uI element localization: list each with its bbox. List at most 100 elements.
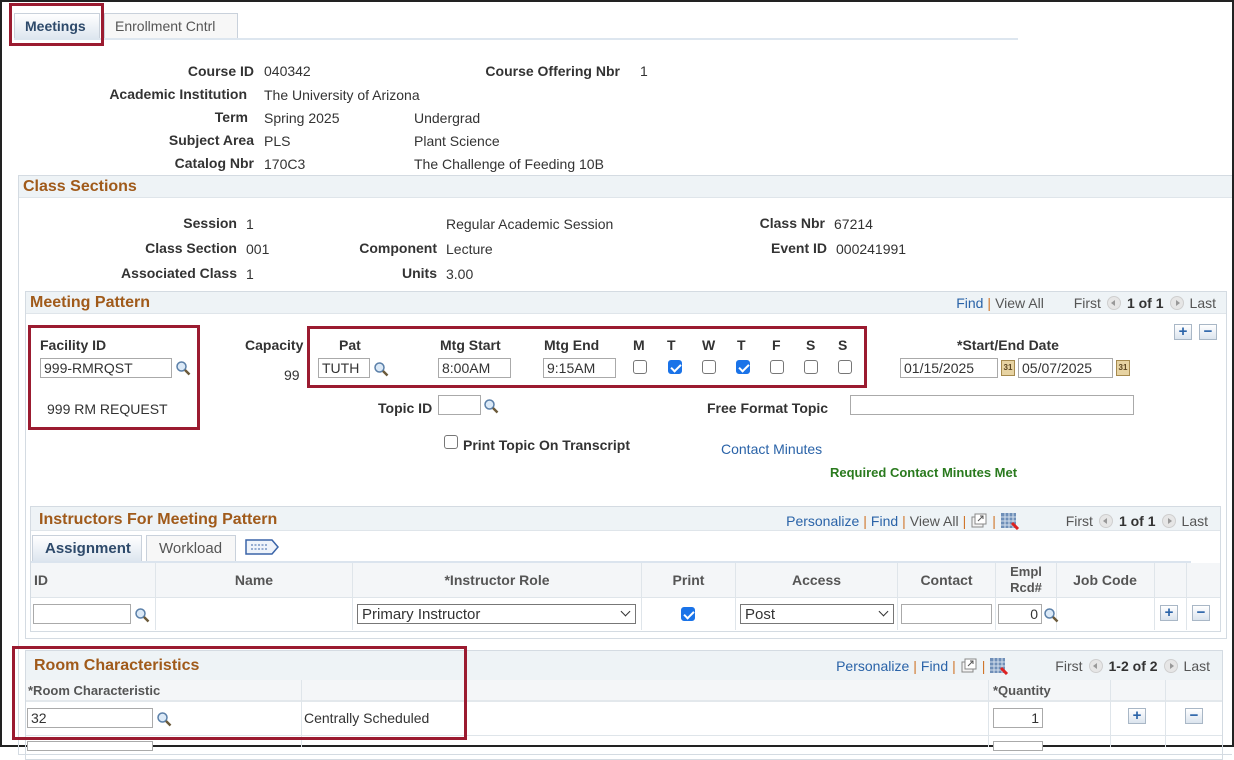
- term-label: Term: [214, 109, 248, 125]
- next-icon[interactable]: [1163, 659, 1178, 673]
- topic-id-label: Topic ID: [378, 400, 433, 416]
- end-date-calendar-icon[interactable]: 31: [1116, 360, 1130, 376]
- column-header-access: Access: [791, 572, 842, 588]
- remove-room-characteristic-button[interactable]: −: [1185, 708, 1203, 724]
- add-instructor-button[interactable]: +: [1160, 605, 1178, 621]
- room-first-label[interactable]: First: [1055, 658, 1082, 674]
- access-value: Post: [745, 606, 776, 623]
- print-checkbox[interactable]: [681, 607, 695, 621]
- room-last-label[interactable]: Last: [1184, 658, 1210, 674]
- instructors-count: 1 of 1: [1118, 513, 1156, 529]
- nav-separator: |: [962, 513, 967, 529]
- column-header-contact: Contact: [920, 572, 973, 588]
- meeting-last-label[interactable]: Last: [1190, 295, 1216, 311]
- column-header-instructor-role: *Instructor Role: [444, 572, 550, 588]
- column-header-quantity: *Quantity: [993, 683, 1051, 698]
- next-icon[interactable]: [1169, 296, 1184, 310]
- instructor-id-lookup-icon[interactable]: [134, 607, 150, 623]
- chevron-down-icon: [620, 606, 631, 617]
- add-room-characteristic-button[interactable]: +: [1128, 708, 1146, 724]
- previous-icon[interactable]: [1098, 514, 1113, 528]
- course-offering-value: 1: [640, 63, 648, 79]
- class-nbr-label: Class Nbr: [759, 215, 825, 231]
- topic-lookup-icon[interactable]: [483, 398, 499, 414]
- meeting-find-link[interactable]: Find: [956, 295, 983, 311]
- instructor-id-input[interactable]: [33, 604, 131, 624]
- instructors-view-all-link[interactable]: View All: [910, 513, 959, 529]
- subtab-assignment[interactable]: Assignment: [32, 535, 142, 561]
- zoom-grid-icon[interactable]: [970, 513, 988, 529]
- start-date-input[interactable]: [900, 358, 998, 378]
- end-date-input[interactable]: [1018, 358, 1113, 378]
- remove-meeting-button[interactable]: −: [1199, 324, 1217, 340]
- associated-class-label: Associated Class: [121, 265, 237, 281]
- instructors-first-label[interactable]: First: [1066, 513, 1093, 529]
- meeting-pattern-title: Meeting Pattern: [30, 294, 151, 311]
- contact-input[interactable]: [901, 604, 992, 624]
- class-section-label: Class Section: [145, 240, 237, 256]
- instructors-header: Instructors For Meeting Pattern Personal…: [31, 507, 1220, 531]
- free-format-topic-label: Free Format Topic: [707, 400, 829, 416]
- download-grid-icon[interactable]: [1000, 512, 1020, 531]
- meeting-view-all-link[interactable]: View All: [995, 295, 1044, 311]
- instructors-title: Instructors For Meeting Pattern: [39, 511, 278, 528]
- col-divider: [897, 563, 898, 630]
- start-date-calendar-icon[interactable]: 31: [1001, 360, 1015, 376]
- contact-minutes-link[interactable]: Contact Minutes: [721, 441, 822, 457]
- previous-icon[interactable]: [1088, 659, 1103, 673]
- empl-rcd-input[interactable]: [998, 604, 1042, 624]
- add-meeting-button[interactable]: +: [1174, 324, 1192, 340]
- subject-area-label: Subject Area: [168, 132, 254, 148]
- access-select[interactable]: Post: [740, 604, 894, 624]
- subject-area-value: PLS: [264, 133, 291, 149]
- associated-class-value: 1: [246, 266, 254, 282]
- nav-separator: |: [902, 513, 906, 529]
- class-sections-header: Class Sections: [19, 176, 1232, 198]
- event-id-value: 000241991: [836, 241, 907, 257]
- col-divider: [155, 563, 156, 630]
- column-header-job-code: Job Code: [1073, 572, 1137, 588]
- highlight-pattern: [307, 326, 867, 388]
- empl-rcd-lookup-icon[interactable]: [1043, 607, 1059, 623]
- column-header-name: Name: [234, 572, 274, 588]
- contact-minutes-status: Required Contact Minutes Met: [830, 465, 1018, 480]
- download-grid-icon[interactable]: [989, 657, 1009, 676]
- col-divider: [1165, 680, 1166, 747]
- col-divider: [352, 563, 353, 630]
- print-topic-label: Print Topic On Transcript: [463, 437, 630, 453]
- instructors-last-label[interactable]: Last: [1182, 513, 1208, 529]
- meeting-count: 1 of 1: [1126, 295, 1164, 311]
- quantity-input[interactable]: [993, 708, 1043, 728]
- tab-underline: [14, 38, 1018, 40]
- previous-icon[interactable]: [1106, 296, 1121, 310]
- chevron-down-icon: [878, 606, 889, 617]
- room-characteristic-input-row2[interactable]: [27, 741, 153, 751]
- free-format-topic-input[interactable]: [850, 395, 1134, 415]
- instructors-find-link[interactable]: Find: [871, 513, 898, 529]
- subtab-workload[interactable]: Workload: [146, 535, 236, 561]
- capacity-label: Capacity: [245, 337, 304, 353]
- topic-id-input[interactable]: [438, 395, 481, 415]
- institution-label: Academic Institution: [109, 86, 247, 102]
- event-id-label: Event ID: [770, 240, 827, 256]
- remove-instructor-button[interactable]: −: [1192, 605, 1210, 621]
- class-section-value: 001: [246, 241, 270, 257]
- next-icon[interactable]: [1161, 514, 1176, 528]
- room-personalize-link[interactable]: Personalize: [836, 658, 909, 674]
- print-topic-checkbox[interactable]: [444, 435, 458, 449]
- tab-enrollment-cntrl[interactable]: Enrollment Cntrl: [104, 13, 238, 39]
- session-desc: Regular Academic Session: [446, 216, 614, 232]
- instructors-personalize-link[interactable]: Personalize: [786, 513, 859, 529]
- session-value: 1: [246, 216, 254, 232]
- course-id-label: Course ID: [187, 63, 254, 79]
- meeting-first-label[interactable]: First: [1074, 295, 1101, 311]
- zoom-grid-icon[interactable]: [960, 658, 978, 674]
- nav-separator: |: [992, 513, 996, 529]
- institution-value: The University of Arizona: [264, 87, 420, 103]
- show-all-columns-icon[interactable]: [244, 538, 280, 556]
- room-find-link[interactable]: Find: [921, 658, 948, 674]
- col-divider: [1186, 563, 1187, 630]
- instructor-role-select[interactable]: Primary Instructor: [357, 604, 636, 624]
- highlight-room-characteristics: [12, 646, 467, 740]
- quantity-input-row2[interactable]: [993, 741, 1043, 751]
